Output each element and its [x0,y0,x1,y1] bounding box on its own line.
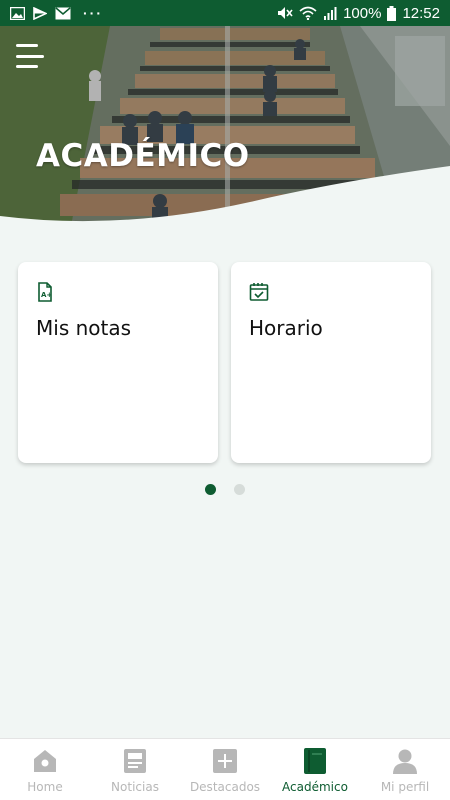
hero-banner: ACADÉMICO [0,26,450,231]
hamburger-menu-icon[interactable] [16,44,46,68]
card-horario[interactable]: Horario [231,262,431,463]
mail-icon [55,6,71,20]
book-icon [302,747,328,775]
grade-document-icon: A+ [36,282,54,302]
page-title: ACADÉMICO [36,138,250,174]
person-icon [392,747,418,775]
plus-box-icon [212,747,238,775]
nav-item-noticias[interactable]: Noticias [90,739,180,800]
play-icon [33,6,47,20]
image-icon [10,6,25,20]
card-mis-notas[interactable]: A+ Mis notas [18,262,218,463]
nav-item-academico[interactable]: Académico [270,739,360,800]
nav-item-destacados[interactable]: Destacados [180,739,270,800]
nav-label: Home [27,780,63,794]
nav-label: Noticias [111,780,159,794]
nav-label: Mi perfil [380,780,430,794]
pager-dot-1[interactable] [205,484,216,495]
battery-icon [387,5,397,21]
hero-photo [0,26,450,231]
nav-item-home[interactable]: Home [0,739,90,800]
nav-item-mi-perfil[interactable]: Mi perfil [360,739,450,800]
card-label: Mis notas [36,316,132,340]
news-icon [122,747,148,775]
nav-label: Destacados [189,780,261,794]
svg-text:A+: A+ [41,291,52,299]
wifi-icon [299,6,317,20]
home-icon [32,747,58,775]
calendar-check-icon [249,282,269,302]
bottom-navigation: Home Noticias Destacados Académico Mi pe… [0,738,450,800]
academic-cards: A+ Mis notas Horario [18,262,432,464]
status-bar: ··· 100% 12:52 [0,0,450,26]
pager-dot-2[interactable] [234,484,245,495]
nav-label: Académico [282,780,348,794]
more-dots-icon: ··· [83,5,103,21]
pager-dots [0,484,450,495]
card-label: Horario [249,316,323,340]
battery-percent: 100% [343,4,382,22]
mute-icon [277,6,293,20]
signal-icon [323,6,337,20]
clock: 12:52 [402,4,440,22]
